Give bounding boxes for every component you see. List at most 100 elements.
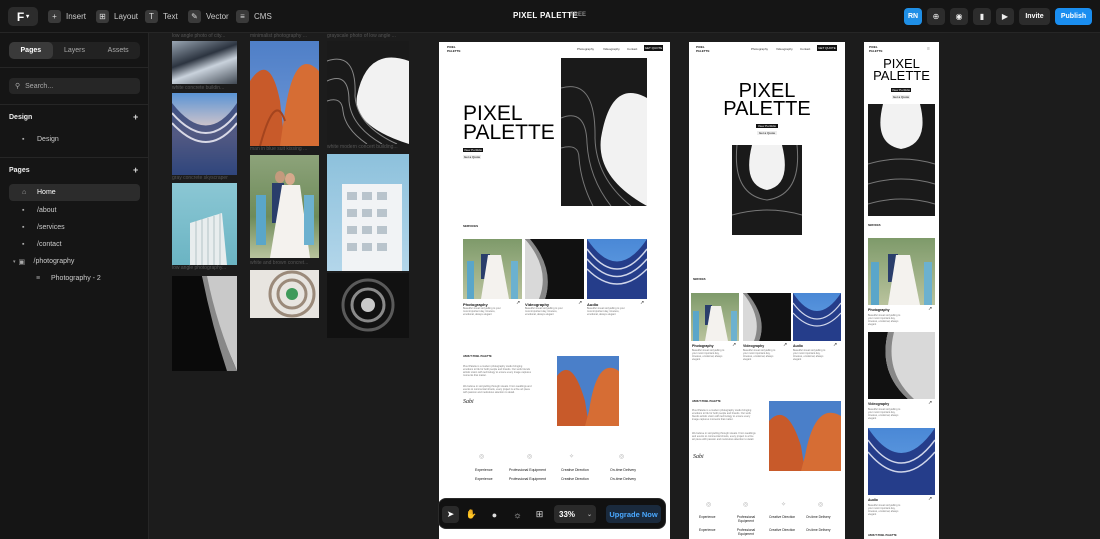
nav-link[interactable]: Videography: [776, 47, 793, 51]
spiral-graphic: [268, 270, 316, 318]
nav-link[interactable]: Contact: [800, 47, 810, 51]
upgrade-button[interactable]: Upgrade Now: [606, 505, 661, 523]
photo-city-buildings[interactable]: [172, 41, 237, 84]
hand-icon[interactable]: ✋: [463, 506, 480, 523]
comment-icon[interactable]: ●: [486, 506, 503, 523]
tab-assets[interactable]: Assets: [96, 42, 140, 59]
hero-button[interactable]: View Portfolio: [756, 124, 778, 128]
site-logo[interactable]: PIXEL PALETTE: [447, 45, 460, 53]
mobile-frame[interactable]: PIXEL PALETTE ≡ PIXEL PALETTE View Portfol…: [864, 42, 939, 539]
layout-button[interactable]: ⊞ Layout: [96, 9, 138, 24]
cms-button[interactable]: ≡ CMS: [236, 9, 272, 24]
invite-button[interactable]: Invite: [1019, 8, 1050, 25]
arrow-up-right-icon[interactable]: ↗: [640, 300, 644, 306]
nav-link[interactable]: Contact: [627, 47, 637, 51]
nav-cta-button[interactable]: GET QUOTE: [644, 45, 663, 51]
about-heading: ABOUT PIXEL PALETTE: [692, 400, 721, 403]
zoom-select[interactable]: 33% ⌄: [554, 505, 596, 523]
site-logo[interactable]: PIXEL PALETTE: [869, 45, 882, 53]
service-photo-video: [868, 332, 935, 399]
service-photo-audio: [868, 428, 935, 495]
arrow-up-right-icon[interactable]: ↗: [578, 300, 582, 306]
photo-orange-building[interactable]: [250, 41, 319, 146]
arrow-up-right-icon[interactable]: ↗: [928, 400, 932, 406]
cursor-icon[interactable]: ➤: [442, 506, 459, 523]
desktop-frame[interactable]: PIXEL PALETTE Photography Videography Con…: [439, 42, 670, 539]
photo-gray-skyscraper[interactable]: [172, 183, 237, 265]
hero-button[interactable]: View Portfolio: [463, 148, 483, 152]
site-logo[interactable]: PIXEL PALETTE: [696, 45, 709, 53]
service-photo-audio: [587, 239, 647, 299]
chevron-down-icon: ⌄: [586, 511, 592, 518]
design-item[interactable]: ▪ Design: [9, 131, 140, 148]
hero-title: PIXEL PALETTE: [723, 80, 811, 121]
nav-link[interactable]: Videography: [603, 47, 620, 51]
hero-button-secondary[interactable]: Get a Quote: [892, 95, 910, 99]
vector-button[interactable]: ✎ Vector: [188, 9, 229, 24]
page-item-photography-2[interactable]: ≡ Photography - 2: [9, 270, 140, 287]
tab-layers[interactable]: Layers: [53, 42, 97, 59]
nav-link[interactable]: Photography: [577, 47, 594, 51]
page-item-contact[interactable]: ▪/contact: [9, 236, 140, 253]
insert-button[interactable]: + Insert: [48, 9, 86, 24]
about-image: [557, 356, 619, 426]
design-section-title: Design: [9, 114, 33, 121]
photo-caption: gray concrete skyscraper: [172, 175, 228, 181]
about-image: [769, 401, 841, 471]
service-photo-wedding: [691, 293, 739, 341]
feature-label: Professional Equipment: [509, 477, 546, 481]
chevron-down-icon[interactable]: ▾: [13, 259, 16, 265]
analytics-icon[interactable]: ▮: [973, 8, 991, 25]
arrow-up-right-icon[interactable]: ↗: [732, 342, 736, 348]
hero-image: [868, 104, 935, 216]
hero-button[interactable]: View Portfolio: [891, 88, 911, 92]
arrow-up-right-icon[interactable]: ↗: [928, 306, 932, 312]
page-item-services[interactable]: ▪/services: [9, 219, 140, 236]
photo-concrete-curve[interactable]: [172, 93, 237, 175]
about-text-2: We believe in storytelling through visua…: [463, 385, 532, 394]
photo-bw-curve[interactable]: [172, 276, 237, 371]
page-item-photography[interactable]: ▾ ▣/photography: [9, 253, 140, 270]
play-icon[interactable]: ▶: [996, 8, 1014, 25]
globe-icon[interactable]: ⊕: [927, 8, 945, 25]
framer-logo-icon[interactable]: F ▾: [8, 7, 38, 26]
photo-white-modern-building[interactable]: [327, 154, 409, 271]
publish-button[interactable]: Publish: [1055, 8, 1092, 25]
search-input[interactable]: ⚲ Search...: [9, 78, 140, 94]
canvas[interactable]: low angle photo of city... white concret…: [150, 33, 1100, 539]
add-design-button[interactable]: +: [133, 112, 138, 122]
feature-label: Experience: [475, 477, 493, 481]
menu-icon[interactable]: ≡: [927, 46, 930, 52]
arrow-up-right-icon[interactable]: ↗: [783, 342, 787, 348]
service-photo-video: [525, 239, 584, 299]
photo-wedding-couple[interactable]: [250, 155, 319, 258]
avatar[interactable]: RN: [904, 8, 922, 25]
feature-label: Experience: [475, 468, 493, 472]
sparkle-icon: ✧: [781, 502, 787, 508]
arrow-up-right-icon[interactable]: ↗: [928, 496, 932, 502]
tab-pages[interactable]: Pages: [9, 42, 53, 59]
nav-link[interactable]: Photography: [751, 47, 768, 51]
text-button[interactable]: T Text: [145, 9, 178, 24]
hero-button-secondary[interactable]: Get a Quote: [463, 155, 481, 159]
project-title[interactable]: PIXEL PALETTE: [513, 11, 578, 20]
arrow-up-right-icon[interactable]: ↗: [516, 300, 520, 306]
feature-label: Professional Equipment: [736, 515, 756, 523]
photo-grayscale-building[interactable]: [327, 41, 409, 144]
arrow-up-right-icon[interactable]: ↗: [833, 342, 837, 348]
service-title: Videography: [743, 344, 765, 348]
photo-spiral-dark[interactable]: [327, 273, 409, 338]
sun-icon[interactable]: ☼: [509, 506, 526, 523]
record-icon[interactable]: ◉: [950, 8, 968, 25]
add-page-button[interactable]: +: [133, 165, 138, 175]
page-item-home[interactable]: ⌂ Home: [9, 184, 140, 201]
curve-graphic: [525, 239, 548, 299]
nav-cta-button[interactable]: GET QUOTE: [817, 45, 837, 51]
page-item-about[interactable]: ▪/about: [9, 202, 140, 219]
wedding-graphic: [871, 254, 932, 305]
grid-icon[interactable]: ⊞: [531, 506, 548, 523]
photo-spiral-stairs[interactable]: [250, 270, 319, 318]
hero-button-secondary[interactable]: Get a Quote: [757, 131, 777, 135]
service-desc: Beautiful visual storytelling to your mo…: [868, 504, 901, 516]
tablet-frame[interactable]: PIXEL PALETTE Photography Videography Con…: [689, 42, 845, 539]
